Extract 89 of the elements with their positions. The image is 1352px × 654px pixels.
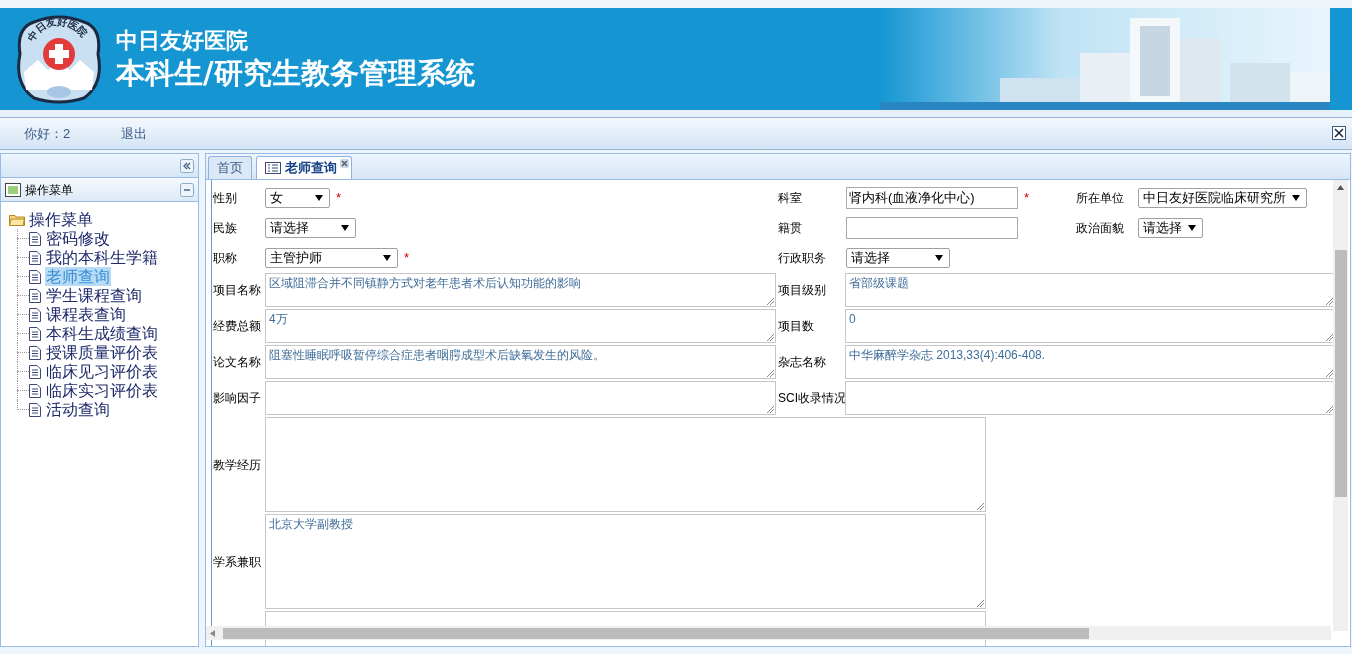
text-area[interactable]: 4万 [265,309,776,343]
field-label: 职称 [213,250,238,267]
text-area[interactable]: 省部级课题 [845,273,1335,307]
resize-grip-icon[interactable] [1326,334,1333,341]
tree-item[interactable]: 课程表查询 [45,305,127,324]
dropdown-icon [1188,225,1196,231]
required-mark: * [404,249,410,268]
document-icon [29,307,41,322]
field-label: 杂志名称 [777,354,827,371]
text-area[interactable]: 区域阻滞合并不同镇静方式对老年患者术后认知功能的影响 [265,273,776,307]
hospital-name: 中日友好医院 [116,27,249,55]
resize-grip-icon[interactable] [767,406,774,413]
tree-item[interactable]: 临床实习评价表 [45,381,159,400]
text-field[interactable] [846,217,1018,239]
tab-icon [265,162,281,174]
document-icon [29,326,41,341]
select-field[interactable]: 中日友好医院临床研究所 [1138,188,1307,208]
select-field[interactable]: 主管护师 [265,248,398,268]
tree-item[interactable]: 本科生成绩查询 [45,324,159,343]
panel-title: 操作菜单 [25,181,74,199]
resize-grip-icon[interactable] [767,334,774,341]
tree-item[interactable]: 活动查询 [45,400,111,419]
field-label: 民族 [213,220,238,237]
collapse-icon[interactable] [180,182,194,197]
tree-root[interactable]: 操作菜单 [29,210,93,229]
document-icon [29,364,41,379]
scroll-left-icon[interactable] [210,629,215,637]
document-icon [29,383,41,398]
field-label: 政治面貌 [1076,220,1125,237]
resize-grip-icon[interactable] [767,370,774,377]
field-label: 经费总额 [213,318,262,335]
resize-grip-icon[interactable] [1326,406,1333,413]
field-label: 项目级别 [777,282,827,299]
field-label: 科室 [778,190,803,207]
panel-icon [5,182,21,197]
text-area[interactable]: 中华麻醉学杂志 2013,33(4):406-408. [845,345,1335,379]
document-icon [29,345,41,360]
dropdown-icon [935,255,943,261]
tab[interactable]: 老师查询 [256,156,352,179]
text-area[interactable]: 0 [845,309,1335,343]
tab[interactable]: 首页 [208,156,252,179]
tree-item[interactable]: 我的本科生学籍 [45,248,159,267]
field-label: 论文名称 [213,354,262,371]
document-icon [29,402,41,417]
greeting-text: 你好：2 [24,124,72,143]
document-icon [29,250,41,265]
field-label: 性别 [213,190,238,207]
logout-link[interactable]: 退出 [121,123,147,144]
tree-item[interactable]: 密码修改 [45,229,111,248]
text-area[interactable]: 阻塞性睡眠呼吸暂停综合症患者咽腭成型术后缺氧发生的风险。 [265,345,776,379]
field-label: 所在单位 [1076,190,1125,207]
document-icon [29,231,41,246]
field-label: 项目名称 [213,282,262,299]
tree-item[interactable]: 学生课程查询 [45,286,143,305]
vertical-scrollbar[interactable] [1333,180,1348,631]
scroll-up-icon[interactable] [1337,185,1344,190]
resize-grip-icon[interactable] [977,600,984,607]
text-area[interactable]: 北京大学副教授 [265,514,986,609]
close-icon[interactable] [1332,126,1346,140]
document-icon [29,269,41,284]
document-icon [29,288,41,303]
field-label: 影响因子 [213,390,262,407]
dropdown-icon [341,225,349,231]
required-mark: * [1024,189,1030,208]
system-title: 本科生/研究生教务管理系统 [116,54,475,91]
field-label: 教学经历 [213,456,262,474]
collapse-left-icon[interactable] [180,158,194,173]
text-field[interactable]: 肾内科(血液净化中心) [846,187,1018,209]
dropdown-icon [1292,195,1300,201]
field-label: 项目数 [777,318,815,335]
select-field[interactable]: 请选择 [1138,218,1203,238]
resize-grip-icon[interactable] [1326,298,1333,305]
field-label: 籍贯 [778,220,803,237]
dropdown-icon [383,255,391,261]
resize-grip-icon[interactable] [1326,370,1333,377]
horizontal-scrollbar[interactable] [206,626,1331,640]
close-tab-icon[interactable] [340,159,349,168]
tree-item[interactable]: 临床见习评价表 [45,362,159,381]
resize-grip-icon[interactable] [767,298,774,305]
field-label: 行政职务 [778,250,827,267]
logo-text: 中日友好医院 [25,15,90,43]
tree-item[interactable]: 授课质量评价表 [45,343,159,362]
dropdown-icon [315,195,323,201]
required-mark: * [336,189,342,208]
field-label: 学系兼职 [213,553,262,571]
select-field[interactable]: 女 [265,188,330,208]
select-field[interactable]: 请选择 [846,248,950,268]
resize-grip-icon[interactable] [977,503,984,510]
select-field[interactable]: 请选择 [265,218,356,238]
